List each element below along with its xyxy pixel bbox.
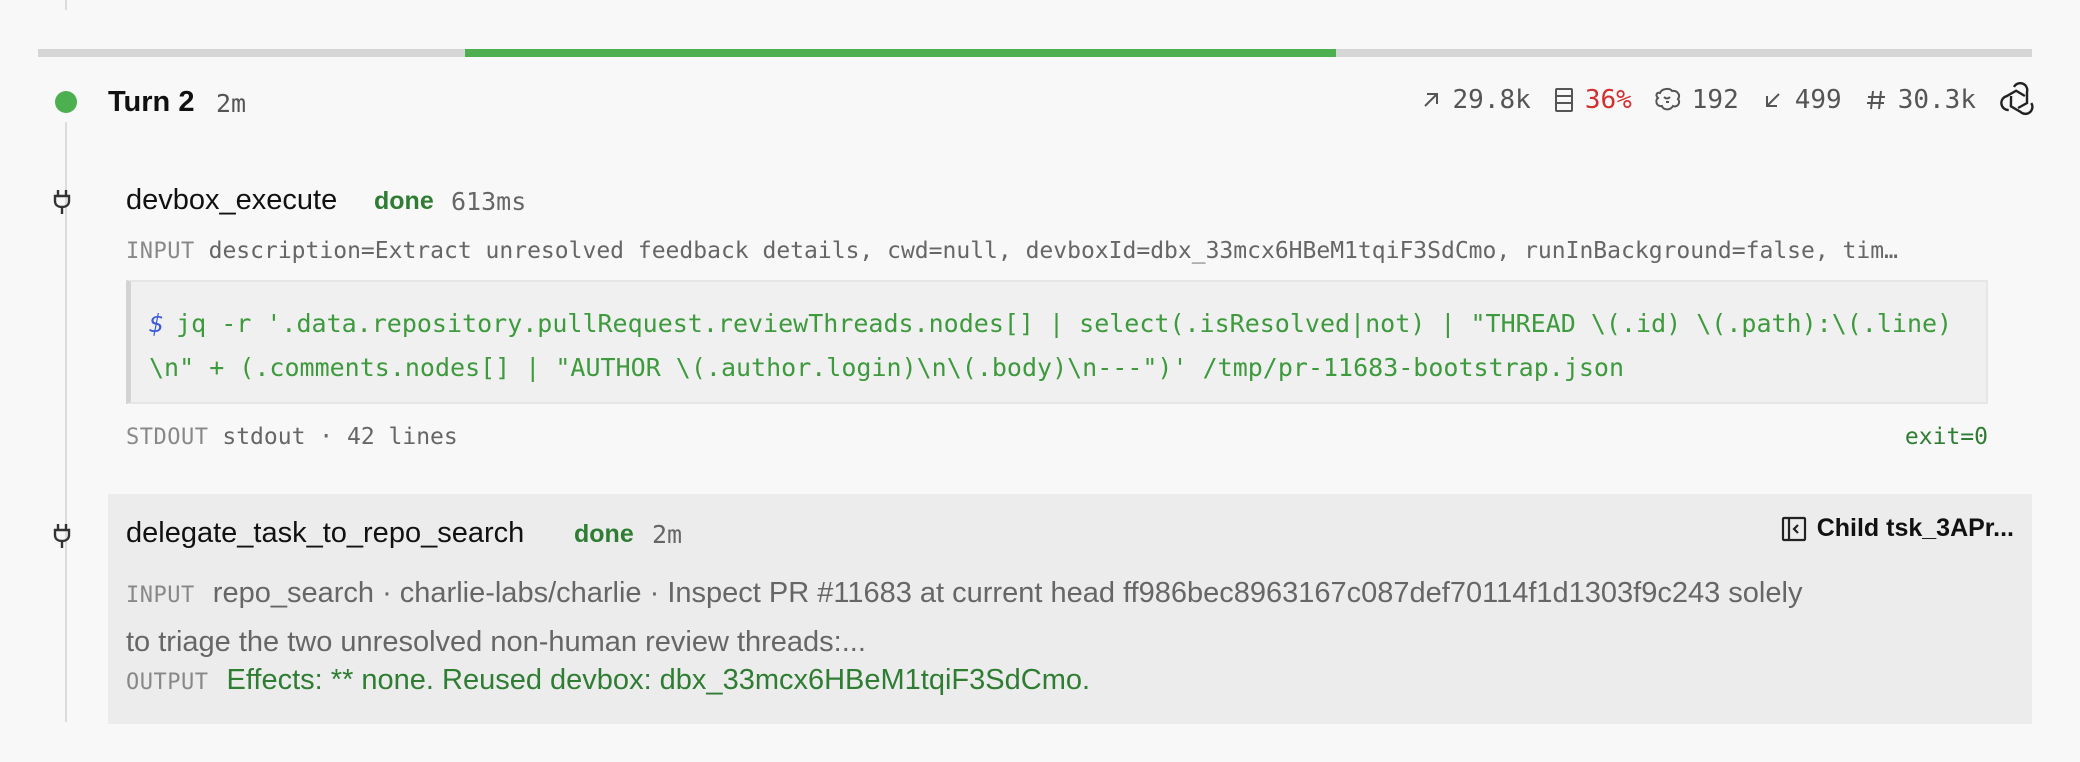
stdout-text: stdout · 42 lines [222, 424, 458, 450]
stdout-label: STDOUT [126, 425, 209, 450]
command-text: $ jq -r '.data.repository.pullRequest.rev… [149, 302, 1969, 390]
tool-input-summary: INPUT repo_search · charlie-labs/charlie… [126, 570, 1806, 665]
exit-code: exit=0 [1904, 424, 1988, 450]
turn-stats: 29.8k 36% 192 499 30.3k [1397, 80, 2036, 120]
stat-context: 36% [1553, 85, 1632, 115]
hash-icon [1866, 90, 1885, 110]
command-block[interactable]: $ jq -r '.data.repository.pullRequest.rev… [126, 280, 1988, 404]
tool-input-summary[interactable]: INPUT description=Extract unresolved fee… [126, 238, 1986, 264]
tool-status-badge: done [574, 520, 634, 548]
command-string: jq -r '.data.repository.pullRequest.revi… [149, 309, 1953, 382]
input-label: INPUT [126, 583, 195, 608]
stat-reasoning: 192 [1654, 85, 1739, 115]
output-label: OUTPUT [126, 670, 209, 695]
database-icon [1554, 88, 1573, 112]
timeline-line-top [65, 0, 67, 10]
tool-duration: 613ms [451, 187, 527, 216]
arrow-up-right-icon [1423, 93, 1438, 107]
input-text: description=Extract unresolved feedback … [208, 238, 1898, 264]
stat-tokens-in: 499 [1761, 85, 1842, 115]
turn-progress-bar [38, 49, 2032, 57]
tool-output-summary: OUTPUT Effects: ** none. Reused devbox: … [126, 664, 1090, 697]
turn-duration: 2m [216, 89, 247, 118]
tool-status-badge: done [374, 187, 434, 215]
brain-icon [1655, 87, 1680, 111]
arrow-down-left-icon [1765, 93, 1780, 107]
output-text: Effects: ** none. Reused devbox: dbx_33m… [226, 664, 1091, 696]
openai-icon [2000, 82, 2034, 116]
child-task-label: Child tsk_3APr... [1816, 514, 2014, 542]
child-task-link[interactable]: Child tsk_3APr... [1781, 514, 2014, 543]
tool-duration: 2m [652, 520, 683, 549]
plug-icon [53, 524, 71, 548]
plug-icon [53, 190, 71, 214]
stdout-summary[interactable]: STDOUT stdout · 42 lines [126, 424, 458, 450]
input-text: repo_search · charlie-labs/charlie · Ins… [126, 577, 1803, 658]
turn-status-dot [55, 91, 77, 113]
turn-progress-fill [464, 49, 1337, 57]
stat-tokens-out: 29.8k [1419, 85, 1531, 115]
input-label: INPUT [126, 239, 195, 264]
tool-name[interactable]: delegate_task_to_repo_search [126, 517, 524, 550]
stat-total: 30.3k [1864, 85, 1976, 115]
panel-left-arrow-icon [1781, 516, 1806, 541]
tool-name[interactable]: devbox_execute [126, 184, 337, 217]
shell-prompt: $ [149, 309, 165, 338]
turn-title[interactable]: Turn 2 [108, 86, 194, 119]
